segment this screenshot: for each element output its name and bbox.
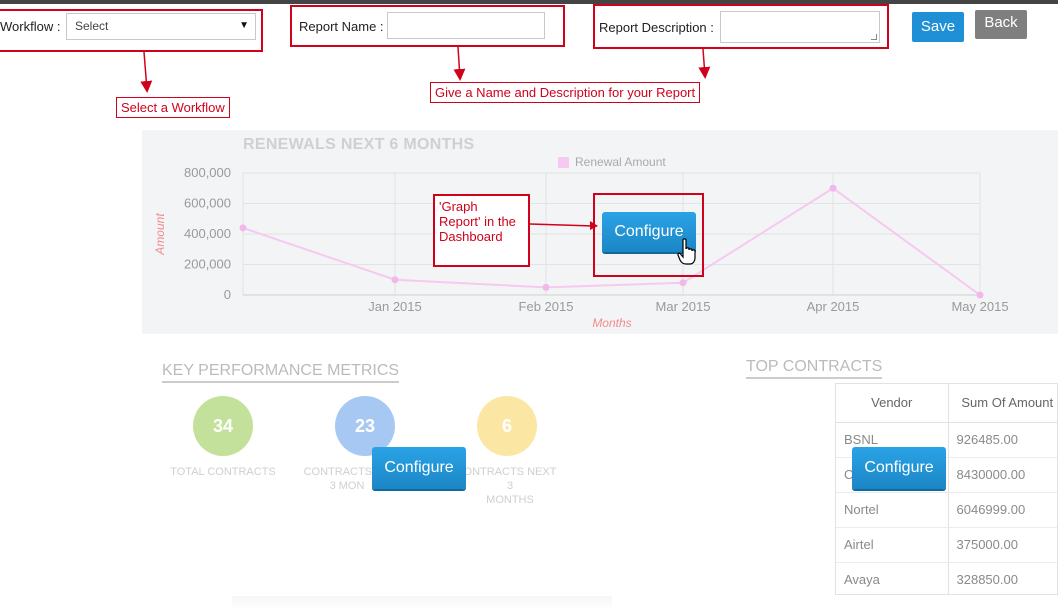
y-tick-label: 400,000 (184, 226, 231, 241)
top-contracts-heading: TOP CONTRACTS (746, 358, 883, 379)
cell-amount: 328850.00 (948, 562, 1057, 594)
data-point (679, 279, 687, 287)
kpi-contracts-next-label-line-2: MONTHS (486, 494, 534, 506)
y-tick-label: 800,000 (184, 165, 231, 180)
y-tick-label: 200,000 (184, 257, 231, 272)
kpi-total-contracts-label: TOTAL CONTRACTS (163, 465, 283, 479)
callout-name-description: Give a Name and Description for your Rep… (430, 82, 701, 103)
graph-callout-arrow (529, 221, 598, 230)
cell-vendor: Airtel (836, 527, 949, 563)
configure-kpi-button[interactable]: Configure (372, 447, 466, 489)
callout-graph-line-1: 'Graph (439, 199, 478, 214)
kpi-contracts-next-3-months-circle: 6 (477, 396, 537, 456)
data-point (829, 184, 837, 192)
callout-graph-line-2: Report' in the (439, 214, 516, 229)
hand-cursor-icon (677, 238, 696, 265)
callout-select-workflow: Select a Workflow (116, 97, 230, 118)
column-header-vendor[interactable]: Vendor (836, 384, 949, 423)
x-tick-label: Feb 2015 (519, 299, 574, 314)
y-axis-title: Amount (153, 213, 167, 256)
data-point (976, 291, 984, 299)
top-contracts-table: Vendor Sum Of Amount BSNL 926485.00 C 84… (836, 384, 1057, 594)
callout-graph-report: 'Graph Report' in the Dashboard (433, 194, 530, 267)
callout-graph-line-3: Dashboard (439, 229, 503, 244)
top-contracts-table-wrap: Vendor Sum Of Amount BSNL 926485.00 C 84… (835, 383, 1058, 595)
kpi-contracts-next-label-line-1: ONTRACTS NEXT 3 (463, 466, 557, 492)
kpi-contracts-next-3-months-label: ONTRACTS NEXT 3 MONTHS (460, 465, 560, 507)
y-tick-label: 600,000 (184, 196, 231, 211)
kpi-total-contracts-label-line: TOTAL CONTRACTS (170, 466, 276, 478)
data-point (391, 276, 399, 284)
x-tick-label: May 2015 (951, 299, 1008, 314)
kpi-total-contracts-circle: 34 (193, 396, 253, 456)
bottom-panel-edge (232, 596, 612, 610)
workflow-arrow (140, 51, 153, 93)
x-tick-label: Jan 2015 (368, 299, 422, 314)
cell-vendor: Avaya (836, 562, 949, 594)
cell-amount: 6046999.00 (948, 492, 1057, 528)
data-point (239, 224, 247, 232)
cell-amount: 375000.00 (948, 527, 1057, 563)
cell-amount: 926485.00 (948, 422, 1057, 458)
cell-vendor: Nortel (836, 492, 949, 528)
cell-amount: 8430000.00 (948, 457, 1057, 493)
kpi-heading: KEY PERFORMANCE METRICS (162, 362, 400, 383)
table-row: Avaya 328850.00 (836, 562, 1057, 594)
y-tick-label: 0 (224, 287, 231, 302)
table-header-row: Vendor Sum Of Amount (836, 384, 1057, 423)
column-header-sum-of-amount[interactable]: Sum Of Amount (948, 384, 1057, 423)
name-arrow (453, 46, 466, 81)
x-axis-title: Months (592, 316, 631, 330)
table-row: Nortel 6046999.00 (836, 492, 1057, 528)
x-tick-label: Apr 2015 (807, 299, 860, 314)
data-point (542, 283, 550, 291)
x-tick-label: Mar 2015 (656, 299, 711, 314)
table-row: Airtel 375000.00 (836, 527, 1057, 563)
description-arrow (698, 48, 711, 79)
configure-table-button[interactable]: Configure (852, 447, 946, 489)
